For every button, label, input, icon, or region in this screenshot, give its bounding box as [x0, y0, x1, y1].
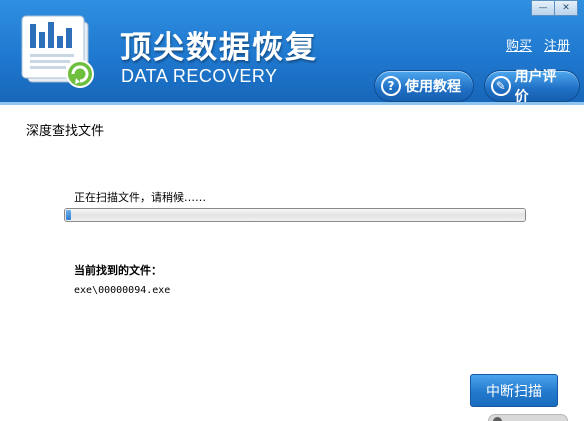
found-file-label: 当前找到的文件： [74, 264, 162, 277]
register-link[interactable]: 注册 [544, 35, 570, 54]
scan-progress-bar [64, 208, 526, 222]
tutorial-button-label: 使用教程 [405, 79, 461, 95]
stop-scan-button[interactable]: 中断扫描 [470, 374, 558, 407]
scan-progress-fill [66, 210, 71, 220]
minimize-button[interactable]: — [531, 0, 555, 16]
window-controls: — ✕ [531, 0, 578, 16]
scan-status-text: 正在扫描文件，请稍候…… [74, 191, 206, 204]
found-file-path: exe\00000094.exe [74, 285, 171, 296]
close-button[interactable]: ✕ [555, 0, 578, 16]
user-review-button[interactable]: ✎ 用户评价 [484, 69, 580, 105]
app-subtitle: DATA RECOVERY [121, 66, 278, 86]
app-title: 顶尖数据恢复 [120, 30, 318, 66]
header-divider [0, 102, 584, 105]
status-dot-icon [493, 416, 502, 421]
user-review-button-label: 用户评价 [514, 69, 557, 105]
header-banner: — ✕ 顶尖数据恢复 DATA RECOVERY 购买 注册 ? 使用教程 ✎ … [0, 0, 584, 105]
question-circle-icon: ? [381, 76, 401, 96]
buy-link[interactable]: 购买 [506, 35, 532, 54]
app-logo-icon [21, 15, 94, 88]
section-title: 深度查找文件 [26, 124, 105, 139]
tutorial-button[interactable]: ? 使用教程 [374, 70, 474, 102]
feedback-icon: ✎ [491, 76, 511, 96]
app-window: — ✕ 顶尖数据恢复 DATA RECOVERY 购买 注册 ? 使用教程 ✎ … [0, 0, 584, 421]
status-indicator [488, 414, 568, 421]
top-links: 购买 注册 [506, 35, 570, 54]
